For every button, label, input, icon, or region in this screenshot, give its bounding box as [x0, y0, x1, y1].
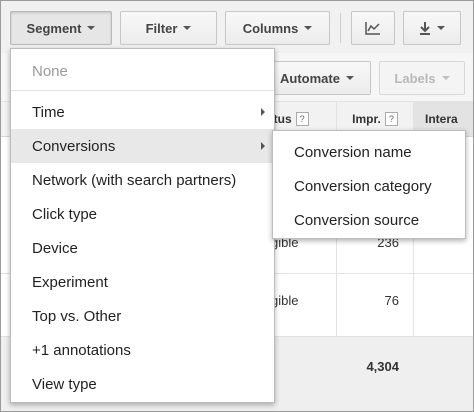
- chevron-down-icon: [345, 76, 354, 80]
- segment-button[interactable]: Segment: [10, 11, 112, 45]
- menu-divider: [11, 90, 274, 91]
- menu-item-label: Conversions: [32, 137, 116, 155]
- column-header-interactions-label: Intera: [425, 112, 458, 126]
- columns-button-label: Columns: [242, 20, 299, 36]
- menu-item-label: Network (with search partners): [32, 171, 237, 189]
- toolbar-divider: [340, 13, 341, 43]
- menu-item-label: Conversion source: [294, 211, 420, 229]
- segment-menu-item-none: None: [11, 54, 274, 88]
- filter-button[interactable]: Filter: [120, 11, 217, 45]
- segment-menu-item-top-vs-other[interactable]: Top vs. Other: [11, 299, 274, 333]
- menu-item-label: Click type: [32, 205, 98, 223]
- submenu-item-conversion-source[interactable]: Conversion source: [273, 203, 465, 237]
- menu-item-label: Time: [32, 103, 65, 121]
- menu-item-label: None: [32, 62, 68, 80]
- submenu-item-conversion-category[interactable]: Conversion category: [273, 169, 465, 203]
- automate-button-label: Automate: [280, 70, 340, 86]
- labels-button-label: Labels: [394, 70, 436, 86]
- table-row-impr: 76: [384, 293, 399, 308]
- help-icon[interactable]: ?: [384, 112, 398, 126]
- help-icon[interactable]: ?: [295, 112, 309, 126]
- submenu-item-conversion-name[interactable]: Conversion name: [273, 135, 465, 169]
- chevron-down-icon: [304, 26, 313, 30]
- menu-item-label: Conversion category: [294, 177, 432, 195]
- menu-item-label: Experiment: [32, 273, 108, 291]
- automate-button[interactable]: Automate: [263, 61, 371, 95]
- toolbar: Segment Filter Columns: [1, 1, 473, 53]
- line-chart-icon: [365, 22, 380, 35]
- table-row-status: gible: [271, 293, 299, 308]
- segment-menu-item-click-type[interactable]: Click type: [11, 197, 274, 231]
- columns-button[interactable]: Columns: [225, 11, 330, 45]
- menu-item-label: View type: [32, 375, 97, 393]
- download-button[interactable]: [403, 11, 461, 45]
- chevron-right-icon: [261, 142, 265, 150]
- labels-button[interactable]: Labels: [379, 61, 465, 95]
- segment-menu-item-device[interactable]: Device: [11, 231, 274, 265]
- segment-menu-item-time[interactable]: Time: [11, 95, 274, 129]
- menu-item-label: +1 annotations: [32, 341, 131, 359]
- app-window: Segment Filter Columns Automate Labels a…: [0, 0, 474, 412]
- chart-button[interactable]: [351, 11, 395, 45]
- segment-menu-item-network[interactable]: Network (with search partners): [11, 163, 274, 197]
- segment-menu-item-annotations[interactable]: +1 annotations: [11, 333, 274, 367]
- segment-menu-item-experiment[interactable]: Experiment: [11, 265, 274, 299]
- menu-item-label: Conversion name: [294, 143, 412, 161]
- column-header-impr-label: Impr.: [352, 112, 381, 126]
- chevron-down-icon: [441, 76, 450, 80]
- chevron-down-icon: [183, 26, 192, 30]
- segment-button-label: Segment: [26, 20, 82, 36]
- segment-menu-item-view-type[interactable]: View type: [11, 367, 274, 401]
- chevron-down-icon: [87, 26, 96, 30]
- menu-item-label: Device: [32, 239, 78, 257]
- total-impr: 4,304: [366, 359, 399, 374]
- segment-menu: None Time Conversions Network (with sear…: [10, 48, 275, 403]
- chevron-down-icon: [437, 26, 445, 30]
- chevron-right-icon: [261, 108, 265, 116]
- menu-item-label: Top vs. Other: [32, 307, 122, 325]
- download-icon: [420, 22, 430, 35]
- filter-button-label: Filter: [145, 20, 178, 36]
- conversions-submenu: Conversion name Conversion category Conv…: [272, 130, 466, 239]
- segment-menu-item-conversions[interactable]: Conversions: [11, 129, 274, 163]
